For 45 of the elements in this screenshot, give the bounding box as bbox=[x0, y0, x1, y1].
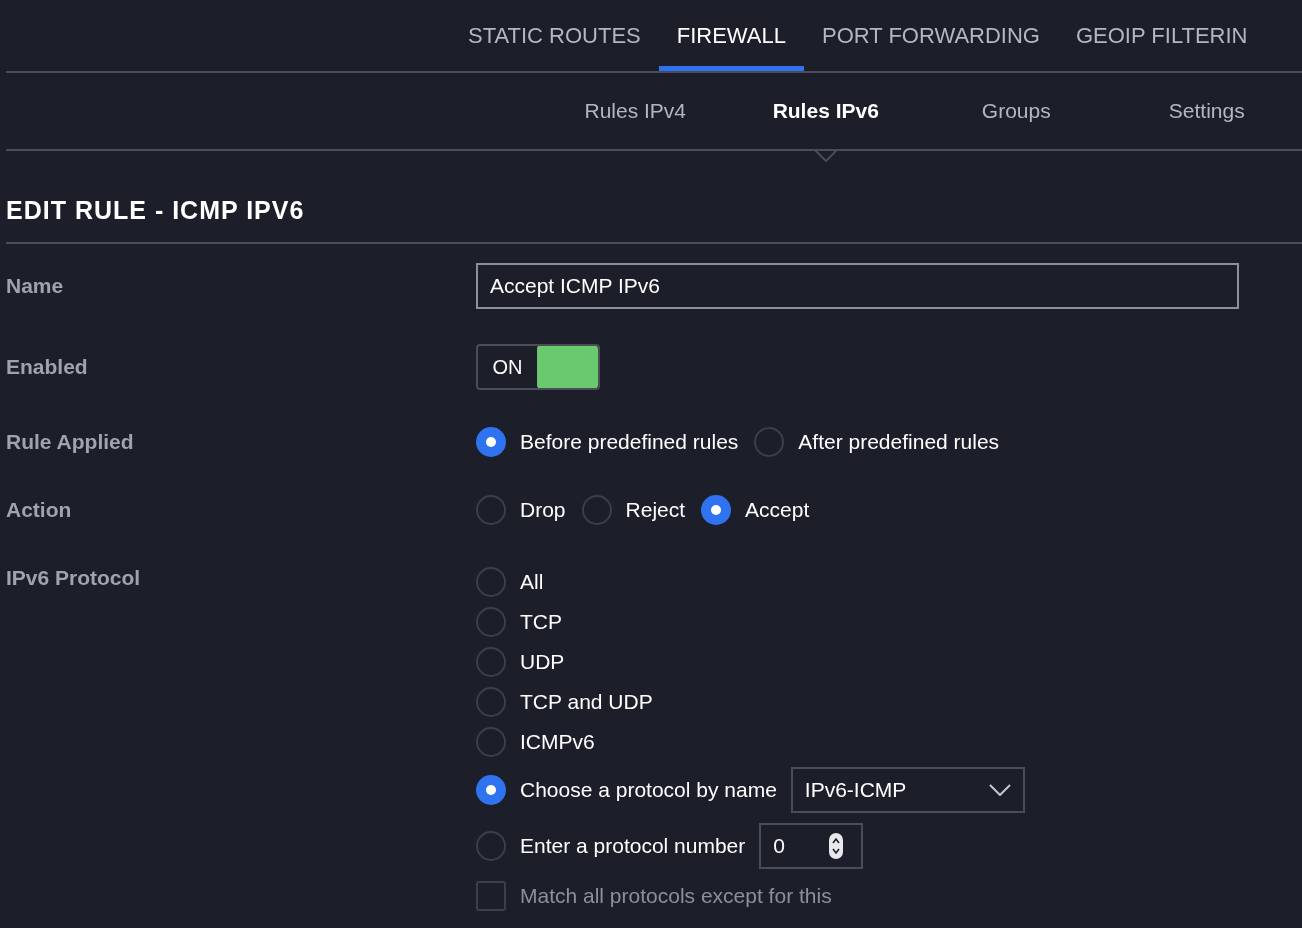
sub-tab[interactable]: Rules IPv4 bbox=[584, 95, 686, 127]
field-label: Rule Applied bbox=[6, 429, 135, 456]
name-input[interactable]: Accept ICMP IPv6 bbox=[476, 262, 1239, 309]
option-label: Before predefined rules bbox=[520, 429, 739, 456]
field-label: Enabled bbox=[6, 354, 89, 381]
radio-button[interactable] bbox=[476, 727, 506, 757]
field-label: Name bbox=[6, 272, 65, 299]
option-label: Choose a protocol by name bbox=[520, 777, 777, 804]
nav-tab[interactable]: FIREWALL bbox=[658, 0, 804, 71]
toggle-switch[interactable]: ON bbox=[476, 344, 600, 390]
option-label: TCP bbox=[520, 609, 562, 636]
nav-tab[interactable]: PORT FORWARDING bbox=[803, 0, 1058, 71]
radio-button[interactable] bbox=[581, 495, 612, 525]
checkbox-label: Match all protocols except for this bbox=[520, 883, 832, 910]
field-label: IPv6 Protocol bbox=[6, 565, 142, 591]
radio-button[interactable] bbox=[476, 831, 506, 861]
radio-button[interactable] bbox=[476, 607, 506, 637]
radio-button[interactable] bbox=[476, 495, 506, 525]
option-label: After predefined rules bbox=[798, 429, 1000, 456]
radio-button[interactable] bbox=[476, 775, 506, 805]
radio-button[interactable] bbox=[476, 687, 506, 717]
option-label: TCP and UDP bbox=[520, 689, 653, 716]
field-label: Action bbox=[6, 497, 73, 524]
page-title: EDIT RULE - ICMP IPV6 bbox=[6, 194, 305, 226]
radio-button[interactable] bbox=[754, 427, 785, 457]
option-label: Reject bbox=[625, 497, 686, 524]
option-label: All bbox=[520, 569, 544, 596]
radio-button[interactable] bbox=[476, 647, 506, 677]
chevron-down-icon bbox=[988, 784, 1011, 796]
option-label: UDP bbox=[520, 649, 565, 676]
sub-tab[interactable]: Settings bbox=[1168, 95, 1245, 127]
spinner-icon[interactable] bbox=[829, 833, 844, 859]
option-label: Enter a protocol number bbox=[520, 833, 746, 860]
nav-tab[interactable]: GEOIP FILTERIN bbox=[1057, 0, 1266, 71]
protocol-dropdown[interactable]: IPv6-ICMP bbox=[790, 767, 1025, 813]
radio-button[interactable] bbox=[476, 427, 506, 457]
radio-button[interactable] bbox=[476, 567, 506, 597]
sub-tab[interactable]: Rules IPv6 bbox=[772, 95, 879, 127]
protocol-number-input[interactable]: 0 bbox=[759, 823, 864, 869]
nav-tab[interactable]: STATIC ROUTES bbox=[450, 0, 659, 71]
sub-tab[interactable]: Groups bbox=[981, 95, 1051, 127]
option-label: Drop bbox=[520, 497, 566, 524]
radio-button[interactable] bbox=[701, 495, 732, 525]
option-label: ICMPv6 bbox=[520, 729, 595, 756]
option-label: Accept bbox=[745, 497, 810, 524]
